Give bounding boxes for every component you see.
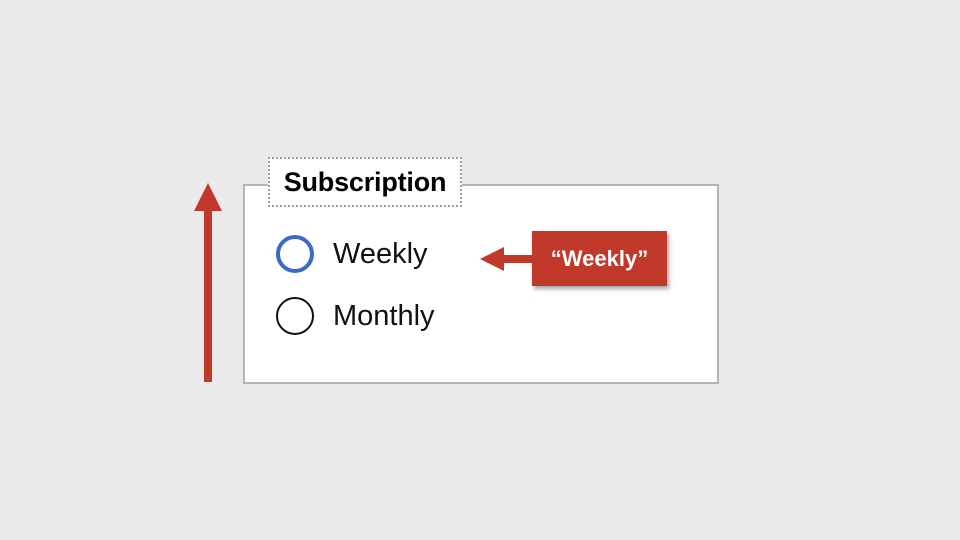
arrow-left-icon [478,244,534,279]
radio-label-weekly: Weekly [333,237,428,270]
radio-option-weekly[interactable]: Weekly [276,235,428,273]
arrow-up-icon [193,183,223,388]
callout-text: “Weekly” [550,245,649,271]
annotation-callout: “Weekly” [532,231,667,286]
radio-option-monthly[interactable]: Monthly [276,297,435,335]
legend-label: Subscription [283,166,447,197]
radio-button-weekly[interactable] [276,235,314,273]
radio-button-monthly[interactable] [276,297,314,335]
radio-label-monthly: Monthly [333,299,435,332]
fieldset-legend: Subscription [268,157,462,207]
